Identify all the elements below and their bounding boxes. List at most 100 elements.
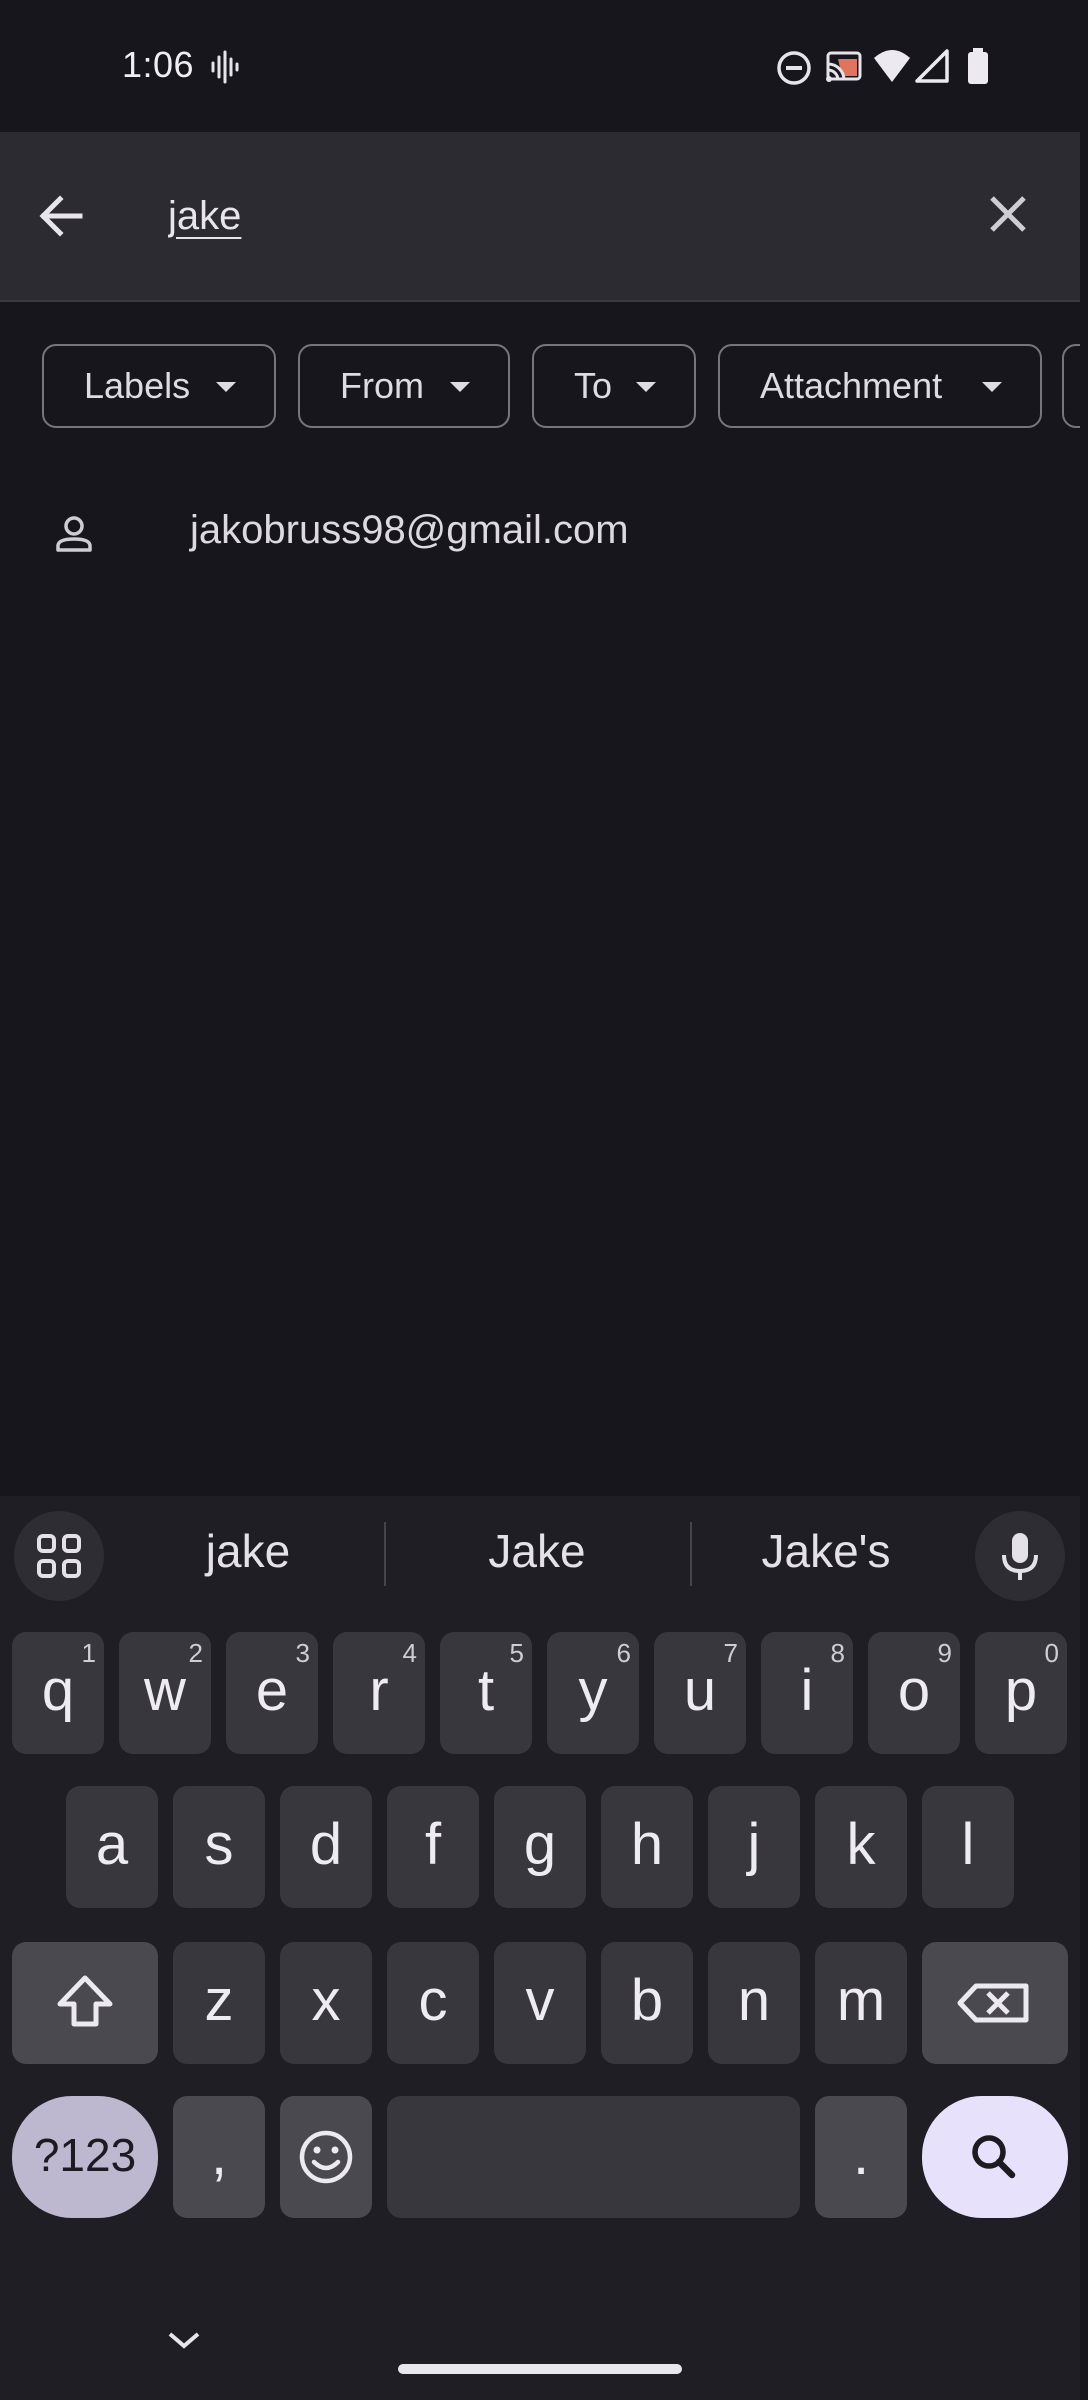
comma-key[interactable]: ,: [173, 2096, 265, 2218]
search-input[interactable]: [168, 188, 928, 244]
word-suggestion[interactable]: Jake: [407, 1524, 667, 1578]
key-hint: 0: [1044, 1638, 1059, 1668]
key-v[interactable]: v: [494, 1942, 586, 2064]
key-f[interactable]: f: [387, 1786, 479, 1908]
voicemail-wave-icon: [211, 50, 239, 84]
key-g[interactable]: g: [494, 1786, 586, 1908]
key-j[interactable]: j: [708, 1786, 800, 1908]
key-l[interactable]: l: [922, 1786, 1014, 1908]
chevron-down-icon: [982, 382, 1002, 392]
key-hint: 7: [723, 1638, 738, 1668]
key-char: y: [578, 1658, 608, 1723]
key-m[interactable]: m: [815, 1942, 907, 2064]
voice-input-button[interactable]: [975, 1511, 1065, 1601]
suggestion-email: jakobruss98@gmail.com: [190, 508, 629, 552]
shift-icon: [57, 1975, 113, 2027]
key-char: p: [1004, 1658, 1038, 1723]
soft-keyboard: jake Jake Jake's q1 w2 e3 r4 t5 y6 u7 i8…: [0, 1496, 1080, 2400]
key-hint: 1: [81, 1638, 96, 1668]
backspace-icon: [957, 1983, 1029, 2023]
key-hint: 5: [509, 1638, 524, 1668]
search-key[interactable]: [922, 2096, 1068, 2218]
key-hint: 3: [295, 1638, 310, 1668]
chevron-down-icon: [216, 382, 236, 392]
key-e[interactable]: e3: [226, 1632, 318, 1754]
search-bar: [0, 132, 1080, 302]
key-char: r: [369, 1658, 389, 1723]
microphone-icon: [1002, 1533, 1038, 1580]
word-suggestion[interactable]: Jake's: [696, 1524, 956, 1578]
chip-label: Attachment: [760, 365, 943, 406]
chevron-down-icon: [450, 382, 470, 392]
key-o[interactable]: o9: [868, 1632, 960, 1754]
key-c[interactable]: c: [387, 1942, 479, 2064]
backspace-key[interactable]: [922, 1942, 1068, 2064]
key-hint: 6: [616, 1638, 631, 1668]
signal-icon: [915, 49, 949, 83]
key-char: u: [683, 1658, 717, 1723]
key-n[interactable]: n: [708, 1942, 800, 2064]
key-char: w: [144, 1658, 186, 1723]
period-key[interactable]: .: [815, 2096, 907, 2218]
key-q[interactable]: q1: [12, 1632, 104, 1754]
key-i[interactable]: i8: [761, 1632, 853, 1754]
close-icon[interactable]: [976, 182, 1040, 246]
status-bar: 1:06: [0, 0, 1088, 132]
divider: [690, 1522, 692, 1586]
key-a[interactable]: a: [66, 1786, 158, 1908]
keyboard-apps-button[interactable]: [14, 1511, 104, 1601]
key-hint: 8: [830, 1638, 845, 1668]
keyboard-suggestion-strip: jake Jake Jake's: [0, 1496, 1080, 1616]
home-indicator[interactable]: [398, 2364, 682, 2374]
battery-icon: [968, 48, 988, 84]
chip-label: Labels: [84, 365, 191, 406]
key-hint: 9: [937, 1638, 952, 1668]
key-s[interactable]: s: [173, 1786, 265, 1908]
space-key[interactable]: [387, 2096, 800, 2218]
chip-from[interactable]: From: [298, 344, 510, 428]
key-char: q: [41, 1658, 75, 1723]
word-suggestion[interactable]: jake: [118, 1524, 378, 1578]
key-char: e: [255, 1658, 289, 1723]
key-char: o: [897, 1658, 931, 1723]
symbols-key[interactable]: ?123: [12, 2096, 158, 2218]
search-suggestion[interactable]: jakobruss98@gmail.com: [0, 490, 1080, 580]
key-b[interactable]: b: [601, 1942, 693, 2064]
key-hint: 2: [188, 1638, 203, 1668]
wifi-icon: [874, 50, 910, 82]
key-z[interactable]: z: [173, 1942, 265, 2064]
chip-label: To: [574, 365, 613, 406]
key-r[interactable]: r4: [333, 1632, 425, 1754]
grid-icon: [37, 1534, 81, 1578]
key-p[interactable]: p0: [975, 1632, 1067, 1754]
key-char: i: [800, 1658, 814, 1723]
filter-chips: Labels From To Attachment: [0, 344, 1080, 428]
chevron-down-icon[interactable]: [166, 2328, 202, 2352]
arrow-back-icon[interactable]: [30, 184, 94, 248]
cast-icon: [826, 51, 862, 82]
chip-label: From: [340, 365, 424, 406]
key-t[interactable]: t5: [440, 1632, 532, 1754]
key-y[interactable]: y6: [547, 1632, 639, 1754]
key-u[interactable]: u7: [654, 1632, 746, 1754]
key-k[interactable]: k: [815, 1786, 907, 1908]
person-icon: [56, 516, 92, 552]
key-h[interactable]: h: [601, 1786, 693, 1908]
do-not-disturb-icon: [777, 51, 811, 85]
chip-more[interactable]: [1062, 344, 1080, 428]
key-char: t: [477, 1658, 495, 1723]
key-d[interactable]: d: [280, 1786, 372, 1908]
key-x[interactable]: x: [280, 1942, 372, 2064]
chip-attachment[interactable]: Attachment: [718, 344, 1042, 428]
chip-to[interactable]: To: [532, 344, 696, 428]
shift-key[interactable]: [12, 1942, 158, 2064]
search-icon: [972, 2135, 1016, 2179]
chevron-down-icon: [636, 382, 656, 392]
emoji-icon: [299, 2130, 353, 2184]
divider: [384, 1522, 386, 1586]
chip-labels[interactable]: Labels: [42, 344, 276, 428]
emoji-key[interactable]: [280, 2096, 372, 2218]
key-w[interactable]: w2: [119, 1632, 211, 1754]
status-time: 1:06: [122, 44, 195, 85]
key-hint: 4: [402, 1638, 417, 1668]
